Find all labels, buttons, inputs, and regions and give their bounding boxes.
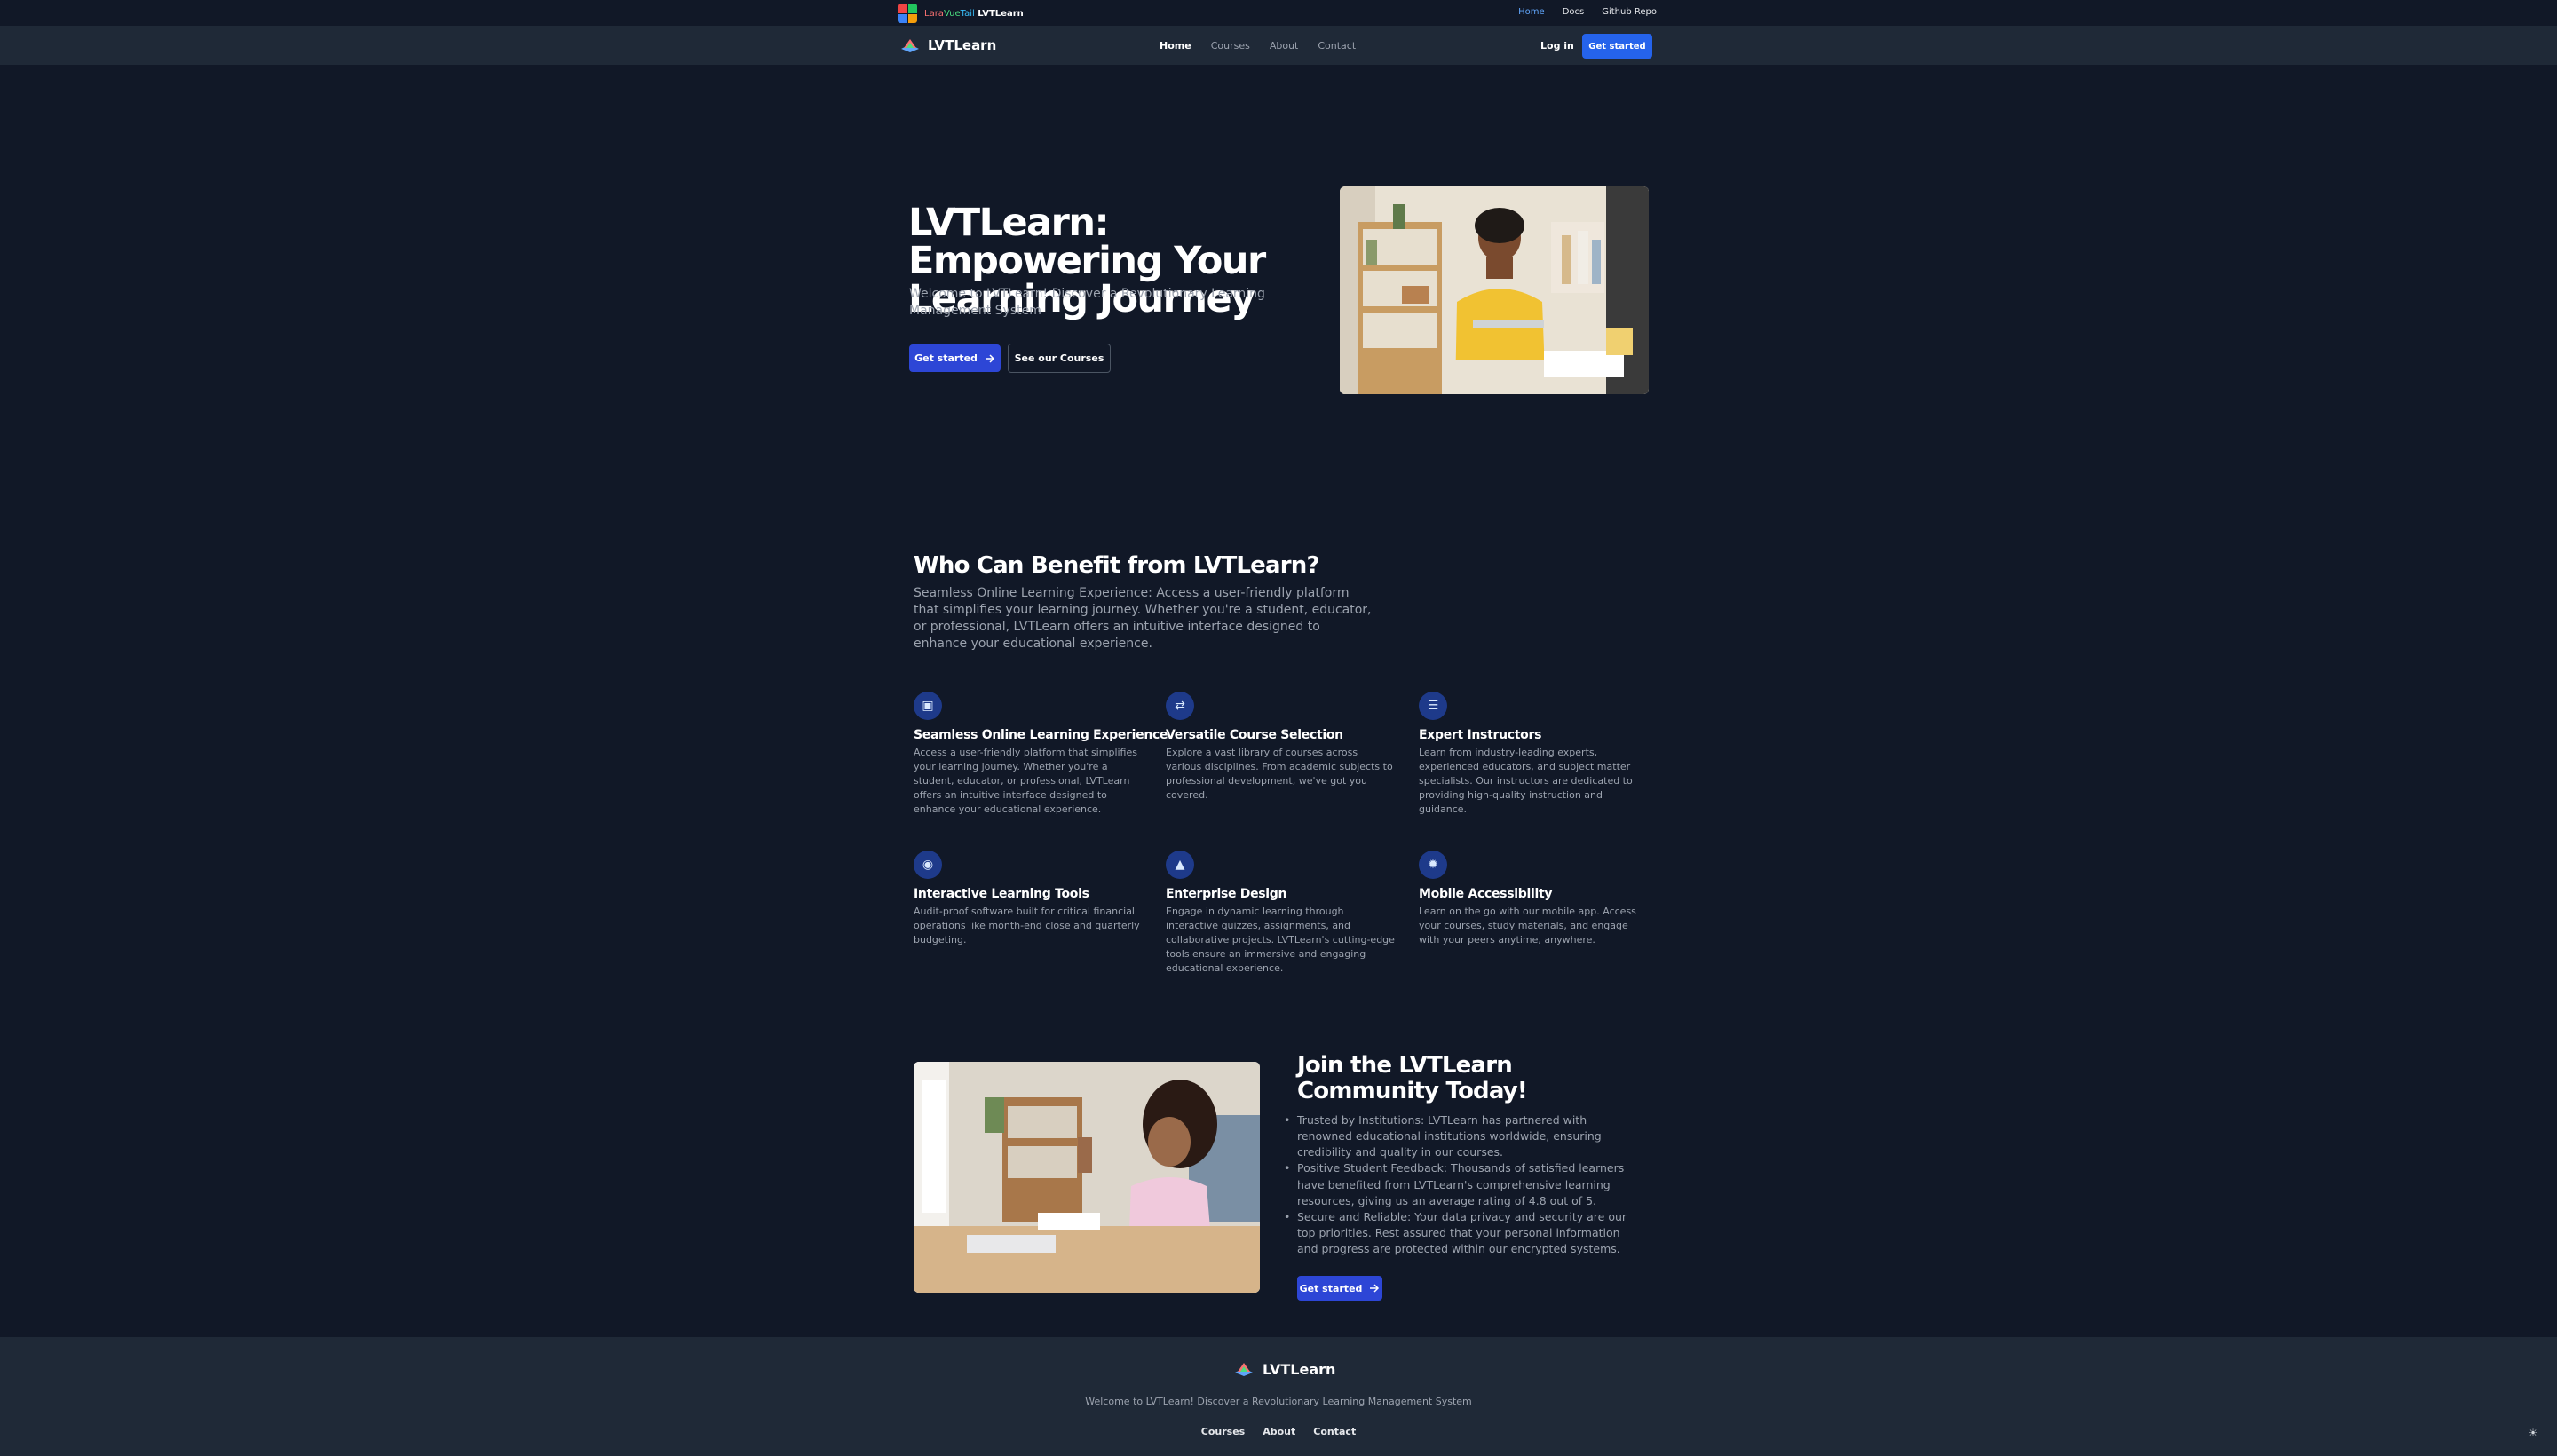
footer-links: Courses About Contact: [0, 1426, 2557, 1437]
course-selection-icon: ⇄: [1166, 692, 1194, 720]
laravuetail-brand-text: LaraVueTail LVTLearn: [924, 8, 1024, 19]
theme-toggle-sun-icon[interactable]: ☀: [2527, 1427, 2539, 1439]
nav-get-started-button[interactable]: Get started: [1582, 34, 1652, 59]
footer-brand[interactable]: LVTLearn: [1232, 1360, 1335, 1378]
hero-student-image: [1340, 186, 1649, 394]
arrow-right-icon: [985, 353, 994, 363]
feature-interactive-tools: ◉ Interactive Learning Tools Audit-proof…: [914, 851, 1143, 947]
login-link[interactable]: Log in: [1540, 40, 1574, 51]
hero-get-started-label: Get started: [914, 352, 978, 364]
lvtlearn-logo-icon: [1235, 1363, 1253, 1376]
feature-title: Interactive Learning Tools: [914, 887, 1089, 901]
feature-expert-instructors: ☰ Expert Instructors Learn from industry…: [1419, 692, 1648, 817]
list-item: Trusted by Institutions: LVTLearn has pa…: [1284, 1112, 1643, 1160]
feature-title: Versatile Course Selection: [1166, 728, 1343, 742]
footer-link-contact[interactable]: Contact: [1313, 1426, 1356, 1437]
feature-title: Enterprise Design: [1166, 887, 1287, 901]
nav-brand[interactable]: LVTLearn: [899, 36, 996, 54]
who-benefit-title: Who Can Benefit from LVTLearn?: [914, 552, 1320, 579]
join-get-started-label: Get started: [1299, 1282, 1363, 1294]
feature-course-selection: ⇄ Versatile Course Selection Explore a v…: [1166, 692, 1395, 803]
feature-enterprise-design: ▲ Enterprise Design Engage in dynamic le…: [1166, 851, 1395, 976]
footer-link-courses[interactable]: Courses: [1201, 1426, 1245, 1437]
enterprise-icon: ▲: [1166, 851, 1194, 879]
footer-tagline: Welcome to LVTLearn! Discover a Revoluti…: [1085, 1396, 1472, 1407]
feature-body: Access a user-friendly platform that sim…: [914, 747, 1137, 815]
footer-link-about[interactable]: About: [1263, 1426, 1295, 1437]
top-bar: LaraVueTail LVTLearn Home Docs Github Re…: [0, 0, 2557, 27]
interactive-tools-icon: ◉: [914, 851, 942, 879]
join-community-image: [914, 1062, 1260, 1293]
lvtlearn-logo-icon: [901, 39, 919, 52]
feature-body: Audit-proof software built for critical …: [914, 906, 1140, 946]
instructor-icon: ☰: [1419, 692, 1447, 720]
nav-link-courses[interactable]: Courses: [1211, 40, 1250, 51]
top-nav-github-repo[interactable]: Github Repo: [1602, 7, 1657, 17]
hero-get-started-button[interactable]: Get started: [909, 344, 1001, 372]
nav-links: Home Courses About Contact: [1160, 40, 1356, 51]
feature-title: Mobile Accessibility: [1419, 887, 1553, 901]
feature-mobile-accessibility: ✹ Mobile Accessibility Learn on the go w…: [1419, 851, 1648, 947]
footer: LVTLearn Welcome to LVTLearn! Discover a…: [0, 1337, 2557, 1456]
main-nav: LVTLearn Home Courses About Contact Log …: [0, 27, 2557, 65]
top-nav-home[interactable]: Home: [1518, 7, 1545, 17]
nav-brand-name: LVTLearn: [928, 37, 997, 53]
nav-link-home[interactable]: Home: [1160, 40, 1191, 51]
nav-link-contact[interactable]: Contact: [1318, 40, 1356, 51]
top-nav: Home Docs Github Repo: [1518, 7, 1657, 17]
laravuetail-brand[interactable]: LaraVueTail LVTLearn: [898, 4, 1024, 23]
feature-title: Expert Instructors: [1419, 728, 1542, 742]
laravuetail-logo-icon: [898, 4, 917, 23]
list-item: Positive Student Feedback: Thousands of …: [1284, 1160, 1643, 1208]
footer-brand-name: LVTLearn: [1263, 1360, 1336, 1378]
join-get-started-button[interactable]: Get started: [1297, 1276, 1382, 1301]
join-community-title: Join the LVTLearn Community Today!: [1297, 1052, 1528, 1104]
who-benefit-description: Seamless Online Learning Experience: Acc…: [914, 586, 1372, 651]
nav-link-about[interactable]: About: [1270, 40, 1299, 51]
feature-body: Learn on the go with our mobile app. Acc…: [1419, 906, 1636, 946]
feature-seamless-learning: ▣ Seamless Online Learning Experience Ac…: [914, 692, 1168, 817]
arrow-right-icon: [1370, 1284, 1380, 1293]
feature-title: Seamless Online Learning Experience: [914, 728, 1168, 742]
monitor-icon: ▣: [914, 692, 942, 720]
feature-body: Learn from industry-leading experts, exp…: [1419, 747, 1633, 815]
hero-subtitle: Welcome to LVTLearn! Discover a Revoluti…: [909, 287, 1265, 318]
list-item: Secure and Reliable: Your data privacy a…: [1284, 1209, 1643, 1257]
see-our-courses-button[interactable]: See our Courses: [1008, 344, 1111, 373]
gear-icon: ✹: [1419, 851, 1447, 879]
feature-body: Explore a vast library of courses across…: [1166, 747, 1393, 801]
feature-body: Engage in dynamic learning through inter…: [1166, 906, 1395, 974]
join-benefits-list: Trusted by Institutions: LVTLearn has pa…: [1284, 1112, 1643, 1257]
top-nav-docs[interactable]: Docs: [1563, 7, 1585, 17]
